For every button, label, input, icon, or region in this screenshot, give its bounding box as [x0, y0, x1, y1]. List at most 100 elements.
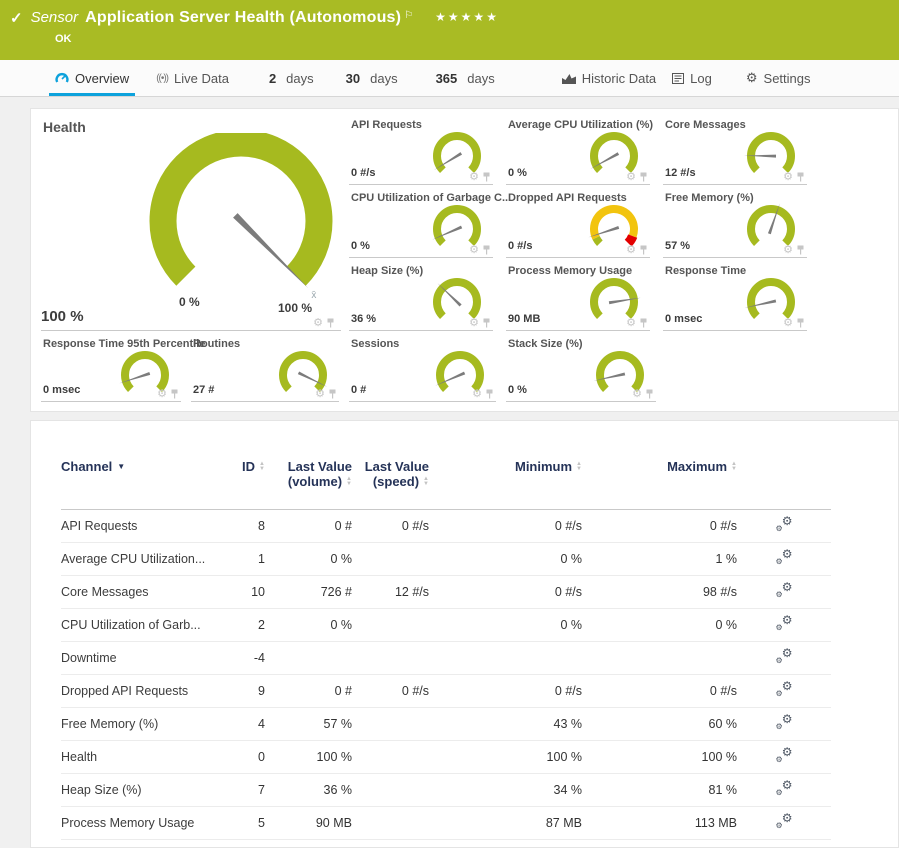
cell-maximum: [586, 641, 741, 674]
column-header-channel[interactable]: Channel▼: [61, 449, 226, 509]
gauge-settings-icon[interactable]: ⚙: [313, 318, 323, 328]
tab-log[interactable]: Log: [672, 60, 712, 96]
gauge-tile-api-requests: API Requests0 #/s⚙: [349, 117, 499, 187]
tab-2-days[interactable]: 2days: [269, 60, 314, 96]
tab-live-data[interactable]: ((•)) Live Data: [156, 60, 229, 96]
cell-channel: Free Memory (%): [61, 707, 226, 740]
gauge-settings-icon[interactable]: ⚙: [626, 245, 636, 255]
channel-settings-icon[interactable]: ⚙⚙: [776, 648, 793, 664]
pin-icon[interactable]: [796, 172, 805, 182]
divider: [506, 184, 650, 185]
gauge-settings-icon[interactable]: ⚙: [472, 389, 482, 399]
log-icon: [672, 73, 684, 84]
tab-30-days[interactable]: 30days: [346, 60, 398, 96]
gauge-settings-icon[interactable]: ⚙: [315, 389, 325, 399]
gauge-settings-icon[interactable]: ⚙: [626, 318, 636, 328]
status-check-icon: ✓: [10, 9, 23, 27]
tab-365-days[interactable]: 365days: [436, 60, 495, 96]
gauge-settings-icon[interactable]: ⚙: [469, 245, 479, 255]
health-gauge: x̄: [136, 133, 346, 308]
pin-icon[interactable]: [485, 389, 494, 399]
gauge-title: API Requests: [351, 119, 422, 131]
gauge-value: 0 #: [351, 384, 366, 396]
gauge-settings-icon[interactable]: ⚙: [783, 245, 793, 255]
cell-minimum: 100 %: [433, 740, 586, 773]
column-sublabel: (speed): [373, 474, 419, 489]
sort-icon: ▲▼: [346, 477, 352, 486]
column-label: Last Value: [365, 459, 429, 474]
gauge-settings-icon[interactable]: ⚙: [783, 318, 793, 328]
channel-settings-icon[interactable]: ⚙⚙: [776, 714, 793, 730]
gauge-tile-heap-size: Heap Size (%)36 %⚙: [349, 263, 499, 333]
column-header-minimum[interactable]: Minimum▲▼: [433, 449, 586, 509]
tab-label: days: [286, 71, 313, 86]
channel-settings-icon[interactable]: ⚙⚙: [776, 516, 793, 532]
channel-settings-icon[interactable]: ⚙⚙: [776, 780, 793, 796]
gauge-settings-icon[interactable]: ⚙: [626, 172, 636, 182]
pin-icon[interactable]: [482, 172, 491, 182]
pin-icon[interactable]: [482, 245, 491, 255]
channel-settings-icon[interactable]: ⚙⚙: [776, 582, 793, 598]
live-icon: ((•)): [156, 73, 168, 84]
column-header-last_volume[interactable]: Last Value(volume)▲▼: [269, 449, 356, 509]
object-kind-label: Sensor: [31, 9, 79, 26]
cell-maximum: 0 %: [586, 608, 741, 641]
pin-icon[interactable]: [796, 318, 805, 328]
pin-icon[interactable]: [639, 172, 648, 182]
tab-historic-data[interactable]: Historic Data: [562, 60, 656, 96]
tab-label: days: [370, 71, 397, 86]
cell-last_volume: 0 #: [269, 674, 356, 707]
column-header-last_speed[interactable]: Last Value(speed) ▲▼: [356, 449, 433, 509]
cell-channel: Process Memory Usage: [61, 806, 226, 839]
gauge-tile-response-time-95th-percentile: Response Time 95th Percentile0 msec⚙: [41, 336, 187, 404]
pin-icon[interactable]: [639, 245, 648, 255]
row-actions-cell: ⚙⚙: [741, 674, 831, 707]
pin-icon[interactable]: [170, 389, 179, 399]
column-header-maximum[interactable]: Maximum▲▼: [586, 449, 741, 509]
cell-id: 0: [226, 740, 269, 773]
pin-icon[interactable]: [796, 245, 805, 255]
priority-stars[interactable]: ★★★★★: [435, 10, 499, 24]
sort-icon: ▲▼: [731, 462, 737, 471]
pin-icon[interactable]: [639, 318, 648, 328]
pin-icon[interactable]: [328, 389, 337, 399]
channel-settings-icon[interactable]: ⚙⚙: [776, 747, 793, 763]
gauge-settings-icon[interactable]: ⚙: [157, 389, 167, 399]
row-actions-cell: ⚙⚙: [741, 608, 831, 641]
cell-minimum: 0 %: [433, 608, 586, 641]
divider: [349, 257, 493, 258]
channel-settings-icon[interactable]: ⚙⚙: [776, 549, 793, 565]
channel-settings-icon[interactable]: ⚙⚙: [776, 681, 793, 697]
tab-label: Live Data: [174, 71, 229, 86]
tab-overview[interactable]: Overview: [55, 60, 129, 96]
channel-settings-icon[interactable]: ⚙⚙: [776, 813, 793, 829]
row-actions-cell: ⚙⚙: [741, 542, 831, 575]
divider: [191, 401, 339, 402]
cell-maximum: 98 #/s: [586, 575, 741, 608]
table-row-dropped-api-requests: Dropped API Requests90 #0 #/s0 #/s0 #/s⚙…: [61, 674, 831, 707]
channel-settings-icon[interactable]: ⚙⚙: [776, 615, 793, 631]
cell-last_volume: 0 #: [269, 509, 356, 542]
cell-last_speed: [356, 773, 433, 806]
pin-icon[interactable]: [645, 389, 654, 399]
pin-icon[interactable]: [326, 318, 335, 328]
divider: [349, 184, 493, 185]
gauge-settings-icon[interactable]: ⚙: [469, 172, 479, 182]
priority-flag-icon[interactable]: ⚐: [404, 10, 413, 21]
gauge-settings-icon[interactable]: ⚙: [632, 389, 642, 399]
tab-label: days: [467, 71, 494, 86]
column-header-id[interactable]: ID▲▼: [226, 449, 269, 509]
table-row-cpu-utilization-of-garb: CPU Utilization of Garb...20 %0 %0 %⚙⚙: [61, 608, 831, 641]
pin-icon[interactable]: [482, 318, 491, 328]
gauge-tile-routines: Routines27 #⚙: [191, 336, 345, 404]
status-badge: OK: [55, 33, 72, 45]
sort-icon: ▲▼: [423, 477, 429, 486]
cell-id: 5: [226, 806, 269, 839]
sensor-title: Application Server Health (Autonomous): [85, 9, 401, 27]
cell-minimum: 87 MB: [433, 806, 586, 839]
gauge-settings-icon[interactable]: ⚙: [469, 318, 479, 328]
chart-icon: [562, 73, 576, 84]
gauge-settings-icon[interactable]: ⚙: [783, 172, 793, 182]
tab-settings[interactable]: ⚙Settings: [746, 60, 811, 96]
cell-channel: API Requests: [61, 509, 226, 542]
